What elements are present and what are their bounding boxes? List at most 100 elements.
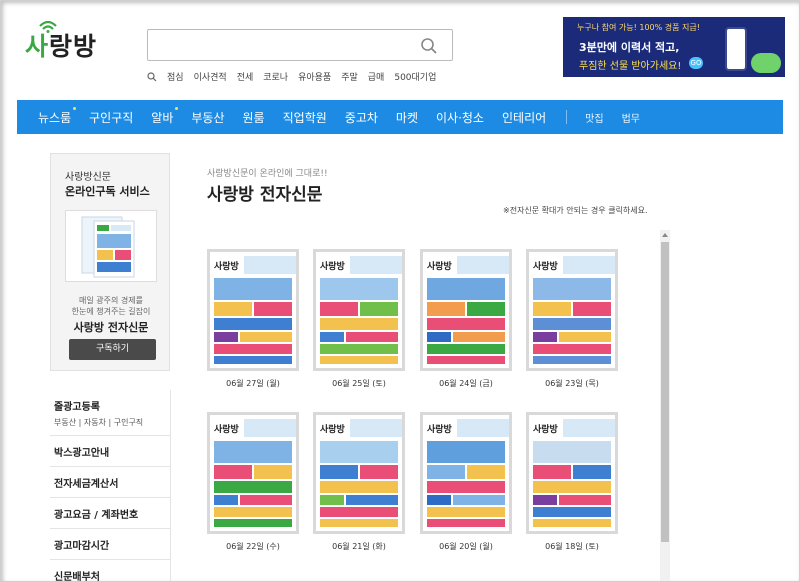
ad-block xyxy=(427,356,505,364)
ad-block xyxy=(320,441,398,463)
headline-strip xyxy=(563,256,615,274)
promo-banner[interactable]: 누구나 참여 가능! 100% 경품 지급! 3분만에 이력서 적고, 푸짐한 … xyxy=(563,17,785,77)
subscription-subtitle: 온라인구독 서비스 xyxy=(65,185,150,198)
newspaper-thumbnail[interactable]: 사랑방 xyxy=(207,249,299,371)
nav-small-item[interactable]: 법무 xyxy=(622,110,640,125)
speech-bubble-icon xyxy=(751,53,781,73)
ad-block xyxy=(320,465,358,479)
sidebar-menu-title[interactable]: 박스광고안내 xyxy=(54,444,170,459)
ad-block xyxy=(360,302,398,316)
ad-block xyxy=(427,481,505,493)
subscription-name: 사랑방 전자신문 xyxy=(73,321,149,334)
sidebar-menu-item[interactable]: 박스광고안내 xyxy=(50,436,170,467)
nav-item[interactable]: 인테리어 xyxy=(502,109,546,126)
nav-item[interactable]: 구인구직 xyxy=(89,109,133,126)
ad-block xyxy=(240,495,292,505)
sidebar-menu-title[interactable]: 광고요금 / 계좌번호 xyxy=(54,506,170,521)
sidebar-menu-item[interactable]: 전자세금계산서 xyxy=(50,467,170,498)
newspaper-masthead: 사랑방 xyxy=(533,425,558,435)
nav-item[interactable]: 부동산 xyxy=(191,109,224,126)
page-frame: 사랑방 점심 이사견적 전세 코로나 유아용품 주말 급매 500대기업 누구나… xyxy=(0,0,800,582)
nav-item[interactable]: 알바 xyxy=(151,106,179,126)
sidebar-menu-item[interactable]: 신문배부처 xyxy=(50,560,170,581)
headline-strip xyxy=(350,256,402,274)
newspaper-masthead: 사랑방 xyxy=(320,262,345,272)
ad-block xyxy=(573,302,611,316)
newspaper-thumbnail[interactable]: 사랑방 xyxy=(313,249,405,371)
ad-block xyxy=(467,302,505,316)
keyword-link[interactable]: 전세 xyxy=(237,70,254,83)
newspaper-date[interactable]: 06월 24일 (금) xyxy=(420,378,512,389)
ad-block xyxy=(214,318,292,330)
newspaper-date[interactable]: 06월 27일 (월) xyxy=(207,378,299,389)
sidebar-menu-item[interactable]: 광고요금 / 계좌번호 xyxy=(50,498,170,529)
nav-item[interactable]: 이사·청소 xyxy=(436,109,484,126)
ad-block xyxy=(214,356,292,364)
newspaper-thumbnail[interactable]: 사랑방 xyxy=(420,249,512,371)
scroll-up-arrow[interactable] xyxy=(662,233,668,237)
ad-block xyxy=(427,318,505,330)
sidebar-menu-title[interactable]: 줄광고등록 xyxy=(54,398,170,413)
keyword-link[interactable]: 점심 xyxy=(167,70,184,83)
keyword-search-icon xyxy=(147,71,157,81)
newspaper-date[interactable]: 06월 18일 (토) xyxy=(526,541,618,552)
popular-keywords: 점심 이사견적 전세 코로나 유아용품 주말 급매 500대기업 xyxy=(147,70,436,83)
newspaper-date[interactable]: 06월 25일 (토) xyxy=(313,378,405,389)
sidebar-menu-title[interactable]: 광고마감시간 xyxy=(54,537,170,552)
keyword-link[interactable]: 주말 xyxy=(341,70,358,83)
nav-item[interactable]: 중고차 xyxy=(345,109,378,126)
nav-item[interactable]: 마켓 xyxy=(396,109,418,126)
ad-block xyxy=(427,441,505,463)
newspaper-thumbnail[interactable]: 사랑방 xyxy=(526,249,618,371)
keyword-link[interactable]: 500대기업 xyxy=(394,70,436,83)
ad-block xyxy=(453,332,505,342)
ad-block xyxy=(214,278,292,300)
ad-block xyxy=(533,465,571,479)
keyword-link[interactable]: 유아용품 xyxy=(298,70,331,83)
sidebar-menu-title[interactable]: 신문배부처 xyxy=(54,568,170,581)
nav-item[interactable]: 원룸 xyxy=(243,109,265,126)
sidebar-menu-sub[interactable]: 부동산 | 자동차 | 구인구직 xyxy=(54,417,170,428)
nav-small-item[interactable]: 맛집 xyxy=(585,110,603,125)
ad-block xyxy=(254,302,292,316)
page-title: 사랑방 전자신문 xyxy=(207,185,323,205)
ad-block xyxy=(320,278,398,300)
ad-block xyxy=(320,356,398,364)
ad-block xyxy=(533,278,611,300)
newspaper-thumbnail[interactable]: 사랑방 xyxy=(207,412,299,534)
newspaper-date[interactable]: 06월 23일 (목) xyxy=(526,378,618,389)
newspaper-date[interactable]: 06월 21일 (화) xyxy=(313,541,405,552)
banner-line1: 누구나 참여 가능! 100% 경품 지급! xyxy=(577,23,700,32)
scrollbar[interactable] xyxy=(660,230,670,581)
newspaper-thumbnail[interactable]: 사랑방 xyxy=(313,412,405,534)
keyword-link[interactable]: 이사견적 xyxy=(194,70,227,83)
ad-block xyxy=(346,332,398,342)
sidebar-menu: 줄광고등록부동산 | 자동차 | 구인구직박스광고안내전자세금계산서광고요금 /… xyxy=(50,390,170,581)
newspaper-date[interactable]: 06월 20일 (월) xyxy=(420,541,512,552)
newspaper-date[interactable]: 06월 22일 (수) xyxy=(207,541,299,552)
nav-item[interactable]: 뉴스룸 xyxy=(38,106,77,126)
subscription-desc: 매일 광주의 경제를 xyxy=(79,296,143,305)
ad-block xyxy=(254,465,292,479)
ad-block xyxy=(320,481,398,493)
sidebar-menu-item[interactable]: 광고마감시간 xyxy=(50,529,170,560)
newspaper-thumbnail[interactable]: 사랑방 xyxy=(420,412,512,534)
ad-block xyxy=(240,332,292,342)
keyword-link[interactable]: 급매 xyxy=(368,70,385,83)
subscribe-button[interactable]: 구독하기 xyxy=(69,339,156,360)
headline-strip xyxy=(457,256,509,274)
search-input[interactable] xyxy=(147,29,453,61)
search-icon[interactable] xyxy=(420,37,438,55)
ad-block xyxy=(427,507,505,517)
banner-line2: 3분만에 이력서 적고, xyxy=(579,41,680,54)
nav-item[interactable]: 직업학원 xyxy=(283,109,327,126)
keyword-link[interactable]: 코로나 xyxy=(263,70,288,83)
sidebar-menu-item[interactable]: 줄광고등록부동산 | 자동차 | 구인구직 xyxy=(50,390,170,436)
scroll-thumb[interactable] xyxy=(661,242,669,542)
zoom-note-link[interactable]: ※전자신문 확대가 안되는 경우 클릭하세요. xyxy=(503,205,648,216)
sidebar-menu-title[interactable]: 전자세금계산서 xyxy=(54,475,170,490)
ad-block xyxy=(320,302,358,316)
newspaper-thumbnail[interactable]: 사랑방 xyxy=(526,412,618,534)
subscription-desc: 한눈에 챙겨주는 길잡이 xyxy=(71,307,151,316)
headline-strip xyxy=(244,419,296,437)
